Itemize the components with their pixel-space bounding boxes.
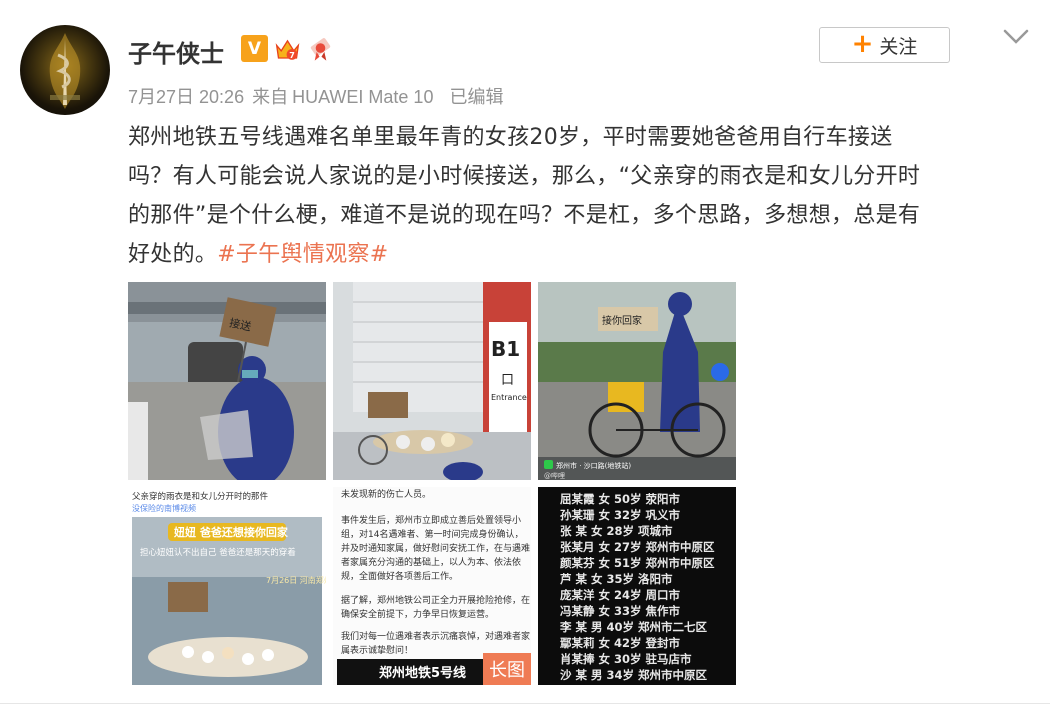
svg-text:规，全面做好各项善后工作。: 规，全面做好各项善后工作。	[341, 570, 458, 582]
watermark: @哔哩	[544, 471, 565, 480]
entrance-en: Entrance	[491, 393, 527, 402]
svg-text:我们对每一位遇难者表示沉痛哀悼，对遇难者家: 我们对每一位遇难者表示沉痛哀悼，对遇难者家	[341, 630, 530, 642]
username[interactable]: 子午侠士	[128, 34, 224, 69]
avatar-logo-icon	[49, 33, 81, 109]
source-prefix: 来自	[252, 87, 289, 107]
svg-text:鄢某莉 女 42岁 登封市: 鄢某莉 女 42岁 登封市	[560, 636, 681, 650]
svg-text:事件发生后，郑州市立即成立善后处置领导小: 事件发生后，郑州市立即成立善后处置领导小	[341, 514, 521, 526]
plus-icon: +	[851, 29, 874, 59]
follow-button[interactable]: + 关注	[819, 27, 950, 63]
svg-text:肖某捧 女 30岁 驻马店市: 肖某捧 女 30岁 驻马店市	[560, 652, 692, 666]
svg-text:组，对14名遇难者、第一时间完成身份确认，: 组，对14名遇难者、第一时间完成身份确认，	[341, 528, 523, 540]
img4-banner: 妞妞 爸爸还想接你回家	[174, 525, 289, 539]
timestamp[interactable]: 7月27日 20:26	[128, 87, 244, 107]
svg-text:未发现新的伤亡人员。: 未发现新的伤亡人员。	[341, 488, 431, 500]
svg-text:据了解，郑州地铁公司正全力开展抢险抢修，在: 据了解，郑州地铁公司正全力开展抢险抢修，在	[341, 594, 530, 606]
post-text-line-last: 好处的。#子午舆情观察#	[128, 242, 389, 267]
post-content: 郑州地铁五号线遇难名单里最年青的女孩20岁，平时需要她爸爸用自行车接送 吗？有人…	[128, 118, 1028, 274]
svg-text:庞某洋 女 24岁 周口市: 庞某洋 女 24岁 周口市	[560, 588, 681, 602]
photo-thumbnail-3[interactable]: 接你回家 郑州市 · 沙口路(地铁站) @哔哩	[538, 282, 736, 480]
svg-text:张 某 女 28岁 项城市: 张 某 女 28岁 项城市	[560, 524, 673, 538]
svg-text:孙某珊 女 32岁 巩义市: 孙某珊 女 32岁 巩义市	[560, 508, 681, 522]
svg-text:确保安全前提下，力争早日恢复运营。: 确保安全前提下，力争早日恢复运营。	[341, 608, 494, 620]
follow-label: 关注	[879, 35, 918, 58]
svg-text:芦 某 女 35岁 洛阳市: 芦 某 女 35岁 洛阳市	[560, 572, 673, 586]
device-source[interactable]: HUAWEI Mate 10	[292, 87, 433, 107]
location-tag: 郑州市 · 沙口路(地铁站)	[556, 461, 631, 470]
svg-text:李 某 男 40岁 郑州市二七区: 李 某 男 40岁 郑州市二七区	[559, 620, 708, 634]
svg-text:张某月 女 27岁 郑州市中原区: 张某月 女 27岁 郑州市中原区	[560, 540, 715, 554]
sign-text: 接你回家	[602, 314, 642, 327]
post-text-line: 吗？有人可能会说人家说的是小时候接送，那么，“父亲穿的雨衣是和女儿分开时	[128, 164, 921, 189]
photo-thumbnail-4[interactable]: 父亲穿的雨衣是和女儿分开时的那件 没保险的南博视频 妞妞 爸爸还想接你回家 担心…	[128, 487, 326, 685]
svg-text:7: 7	[289, 50, 295, 60]
img4-caption: 担心妞妞认不出自己 爸爸还是那天的穿着	[140, 547, 296, 558]
station-label: B1	[491, 337, 520, 361]
photo-thumbnail-5[interactable]: 未发现新的伤亡人员。 事件发生后，郑州市立即成立善后处置领导小 组，对14名遇难…	[333, 487, 531, 685]
img4-date: 7月26日 河南郑州	[266, 575, 326, 585]
photo-thumbnail-6[interactable]: 屈某霞 女 50岁 荥阳市 孙某珊 女 32岁 巩义市 张 某 女 28岁 项城…	[538, 487, 736, 685]
chevron-down-icon[interactable]	[1003, 28, 1029, 46]
svg-text:屈某霞 女 50岁 荥阳市: 屈某霞 女 50岁 荥阳市	[560, 492, 681, 506]
img4-header: 父亲穿的雨衣是和女儿分开时的那件	[132, 491, 269, 502]
svg-text:颜某芬 女 51岁 郑州市中原区: 颜某芬 女 51岁 郑州市中原区	[560, 556, 715, 570]
ribbon-badge-icon[interactable]	[307, 35, 334, 62]
entrance-label: 口	[501, 373, 514, 388]
post-text-line: 的那件”是个什么梗，难道不是说的现在吗？不是杠，多个思路，多想想，总是有	[128, 203, 921, 228]
post-text-line: 郑州地铁五号线遇难名单里最年青的女孩20岁，平时需要她爸爸用自行车接送	[128, 125, 893, 150]
svg-text:并及时通知家属，做好慰问安抚工作，在与遇难: 并及时通知家属，做好慰问安抚工作，在与遇难	[341, 542, 530, 554]
divider	[0, 703, 1050, 704]
post-meta: 7月27日 20:26 来自 HUAWEI Mate 10 已编辑	[128, 83, 511, 109]
long-image-badge: 长图	[483, 653, 531, 685]
svg-text:冯某静 女 33岁 焦作市: 冯某静 女 33岁 焦作市	[560, 604, 681, 618]
hashtag-link[interactable]: #子午舆情观察#	[217, 242, 388, 267]
user-badges: V 7	[241, 35, 334, 62]
verified-badge[interactable]: V	[241, 35, 268, 62]
svg-text:属表示诚挚慰问！: 属表示诚挚慰问！	[341, 644, 413, 656]
edited-label[interactable]: 已编辑	[449, 87, 503, 107]
svg-text:者家属充分沟通的基础上，以人为本、依法依: 者家属充分沟通的基础上，以人为本、依法依	[341, 556, 521, 568]
avatar[interactable]	[20, 25, 110, 115]
img4-subheader: 没保险的南博视频	[132, 503, 196, 513]
vip-crown-icon[interactable]: 7	[274, 35, 301, 62]
img5-footer-title: 郑州地铁5号线	[379, 665, 466, 681]
photo-thumbnail-2[interactable]: B1 口 Entrance	[333, 282, 531, 480]
photo-thumbnail-1[interactable]: 接送	[128, 282, 326, 480]
svg-text:沙 某 男 34岁 郑州市中原区: 沙 某 男 34岁 郑州市中原区	[560, 668, 708, 682]
